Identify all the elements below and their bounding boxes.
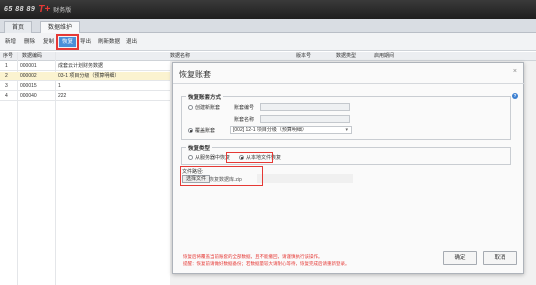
row-no: 1 — [5, 63, 8, 69]
warning-line: 提醒：恢复前请做好数据备份；若数据量较大请耐心等待，恢复完成后请重新登录。 — [183, 261, 350, 266]
radio-from-server[interactable] — [188, 155, 193, 160]
row-code: 000001 — [20, 63, 37, 69]
warning-line: 恢复后将覆盖当前账套的全部数据，且不能撤回，请谨慎执行该操作。 — [183, 254, 323, 259]
refresh-data-button[interactable]: 刷新数据 — [98, 37, 120, 47]
radio-overwrite-label: 覆盖账套 — [195, 128, 216, 134]
table-row[interactable]: 3 000015 1 — [0, 82, 170, 91]
exit-button[interactable]: 退出 — [126, 37, 137, 47]
cancel-button[interactable]: 取消 — [483, 251, 517, 265]
highlight-local-option — [226, 152, 273, 163]
row-code: 000002 — [20, 73, 37, 79]
grid-header: 序号 数据编码 数据名称 版本号 数据类型 启用期间 — [0, 52, 536, 61]
row-no: 2 — [5, 73, 8, 79]
ok-button[interactable]: 确定 — [443, 251, 477, 265]
highlight-file-path — [180, 166, 263, 186]
chevron-down-icon: ▾ — [345, 127, 348, 133]
account-name-label: 账套名称 — [234, 117, 255, 123]
app-logo: 65 88 89 T+ 财务版 — [4, 4, 71, 15]
row-no: 3 — [5, 83, 8, 89]
overwrite-account-value: [002] 12-1 项目分级（预算明细） — [233, 127, 307, 133]
group-title: 恢复类型 — [186, 144, 213, 152]
col-header-type[interactable]: 数据类型 — [336, 52, 356, 61]
group-title: 恢复账套方式 — [186, 93, 224, 101]
logo-text: 65 88 89 — [4, 6, 36, 13]
row-name: 222 — [58, 93, 67, 99]
delete-button[interactable]: 删除 — [24, 37, 35, 47]
account-name-input[interactable] — [260, 115, 350, 123]
row-name: 03-1 项目分级（预算明细） — [58, 73, 120, 79]
close-icon[interactable]: × — [513, 68, 517, 75]
row-name: 1 — [58, 83, 61, 89]
radio-new-account-label: 创建新账套 — [195, 105, 221, 111]
new-button[interactable]: 新增 — [5, 37, 16, 47]
account-code-label: 账套编号 — [234, 105, 255, 111]
tab-data-maintenance[interactable]: 数据维护 — [40, 21, 81, 33]
tab-home[interactable]: 首页 — [4, 21, 33, 33]
col-header-name[interactable]: 数据名称 — [170, 52, 190, 61]
restore-dialog: 恢复账套 × ? 恢复账套方式 创建新账套 账套编号 账套名称 覆盖账套 [00… — [172, 62, 525, 274]
account-code-input[interactable] — [260, 103, 350, 111]
app-name: 财务版 — [53, 8, 72, 14]
radio-from-server-label: 从服务器中恢复 — [195, 155, 231, 161]
overwrite-account-select[interactable]: [002] 12-1 项目分级（预算明细） ▾ — [230, 126, 352, 134]
logo-mark: T+ — [38, 4, 51, 15]
radio-overwrite-account[interactable] — [188, 128, 193, 133]
copy-button[interactable]: 复制 — [43, 37, 54, 47]
radio-new-account[interactable] — [188, 105, 193, 110]
row-code: 000015 — [20, 83, 37, 89]
col-header-code[interactable]: 数据编码 — [22, 52, 42, 61]
row-code: 000040 — [20, 93, 37, 99]
col-header-no[interactable]: 序号 — [3, 52, 13, 61]
row-name: 成套云计划财务数据 — [58, 63, 104, 69]
dialog-divider — [173, 83, 525, 84]
export-button[interactable]: 导出 — [80, 37, 91, 47]
toolbar: 新增 删除 复制 恢复 导出 刷新数据 退出 — [0, 33, 536, 51]
col-header-period[interactable]: 启用期间 — [374, 52, 394, 61]
table-row[interactable]: 1 000001 成套云计划财务数据 — [0, 62, 170, 71]
table-row[interactable]: 4 000040 222 — [0, 92, 170, 101]
help-icon[interactable]: ? — [512, 93, 518, 99]
tab-strip: 首页 数据维护 — [0, 19, 536, 33]
warning-text: 恢复后将覆盖当前账套的全部数据，且不能撤回，请谨慎执行该操作。 提醒：恢复前请做… — [183, 253, 433, 267]
file-path-field — [257, 174, 353, 183]
col-header-version[interactable]: 版本号 — [296, 52, 311, 61]
title-bar: 65 88 89 T+ 财务版 — [0, 0, 536, 19]
restore-mode-group: 恢复账套方式 创建新账套 账套编号 账套名称 覆盖账套 [002] 12-1 项… — [181, 93, 511, 140]
table-row[interactable]: 2 000002 03-1 项目分级（预算明细） — [0, 72, 170, 81]
restore-button[interactable]: 恢复 — [55, 34, 80, 50]
row-no: 4 — [5, 93, 8, 99]
dialog-title: 恢复账套 — [179, 70, 211, 79]
